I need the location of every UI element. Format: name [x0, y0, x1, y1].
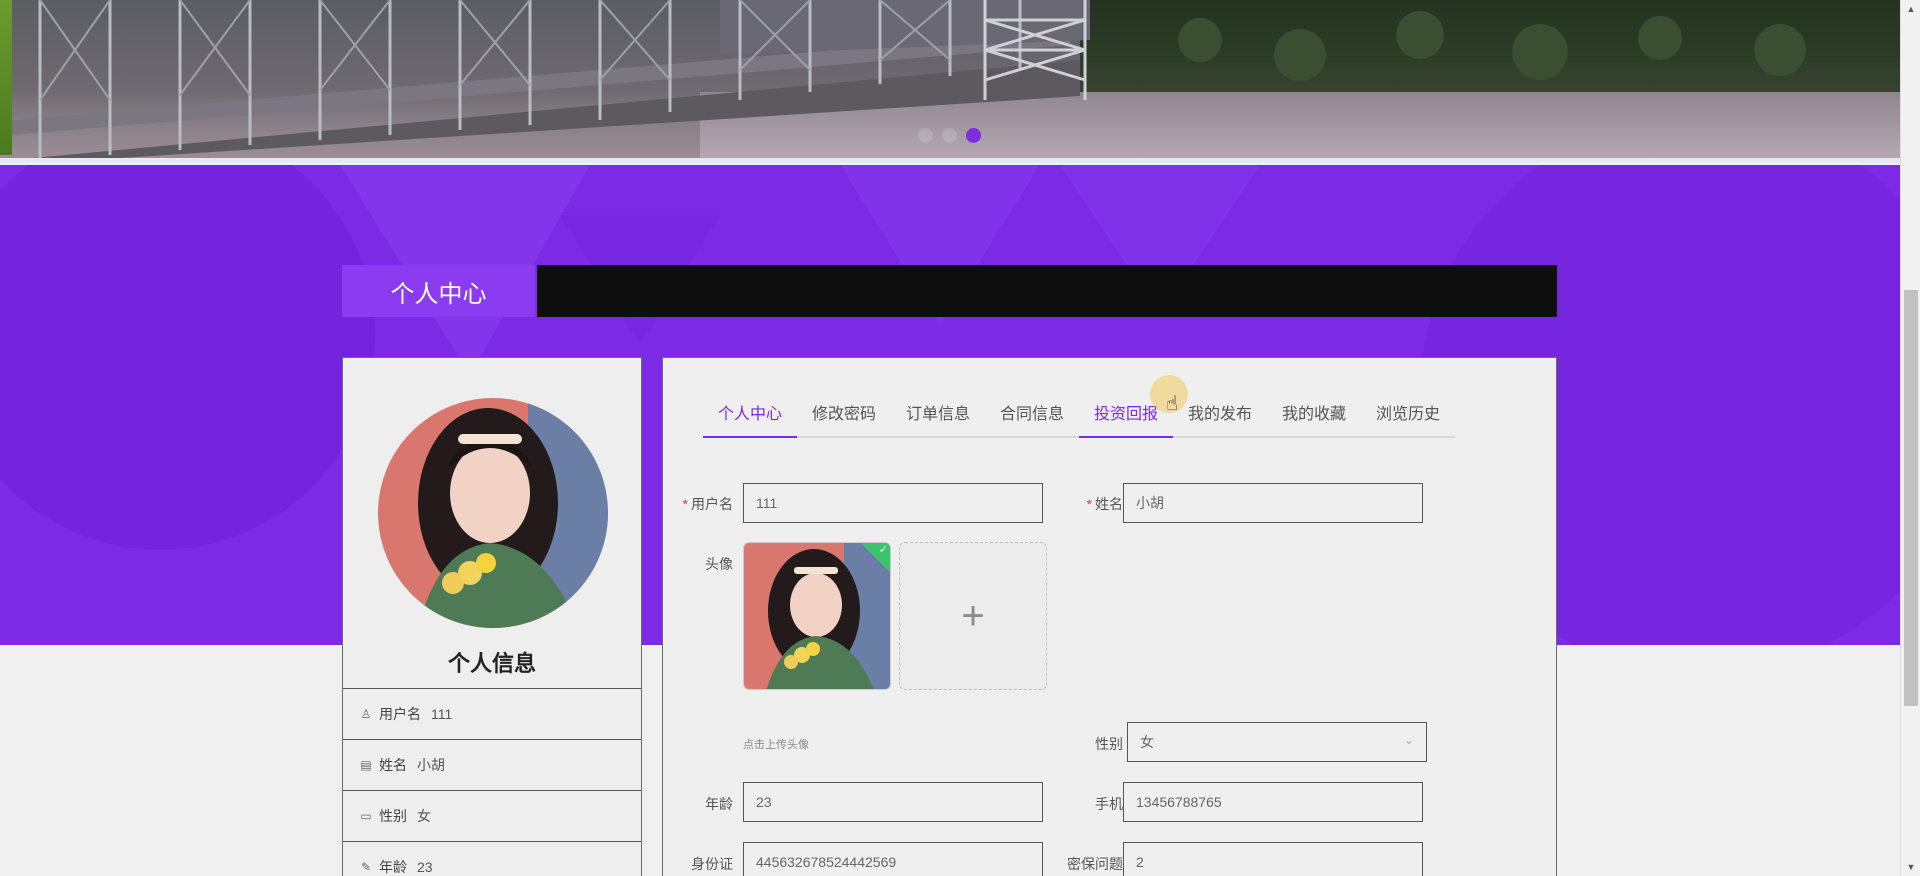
- required-mark: *: [1086, 496, 1092, 512]
- edit-icon: ✎: [360, 860, 372, 874]
- phone-label: 手机: [1095, 796, 1123, 812]
- info-value: 23: [417, 859, 433, 875]
- info-row-gender: ▭ 性别 女: [343, 790, 641, 841]
- info-row-username: ♙ 用户名 111: [343, 688, 641, 739]
- page-scrollbar[interactable]: ▲ ▼: [1900, 0, 1920, 876]
- username-field[interactable]: 111: [743, 483, 1043, 523]
- section-title-bar: [537, 265, 1557, 317]
- profile-form: * 用户名 111 * 姓名 小胡 头像 ✓ + 点击上传头像 性别 女 ⌄ 年…: [663, 358, 1556, 876]
- info-row-name: ▤ 姓名 小胡: [343, 739, 641, 790]
- profile-heading: 个人信息: [447, 651, 536, 676]
- age-field[interactable]: 23: [743, 782, 1043, 822]
- info-label: 性别: [379, 808, 407, 824]
- banner-divider: [0, 158, 1900, 163]
- info-value: 111: [431, 706, 453, 722]
- gender-value: 女: [1140, 734, 1154, 750]
- profile-form-card: 个人中心 修改密码 订单信息 合同信息 投资回报 我的发布 我的收藏 浏览历史 …: [662, 357, 1557, 876]
- required-mark: *: [682, 496, 688, 512]
- name-label: * 姓名: [1086, 496, 1123, 512]
- section-title: 个人中心: [342, 265, 535, 317]
- name-field[interactable]: 小胡: [1123, 483, 1423, 523]
- username-label: * 用户名: [682, 496, 733, 512]
- avatar: [378, 398, 608, 628]
- info-value: 女: [417, 808, 431, 824]
- check-icon: ✓: [878, 544, 888, 556]
- carousel-dot-2[interactable]: [942, 128, 957, 143]
- info-row-age: ✎ 年龄 23: [343, 841, 641, 876]
- profile-card: 个人信息 ♙ 用户名 111 ▤ 姓名 小胡 ▭ 性别 女 ✎ 年龄 23: [342, 357, 642, 876]
- avatar-upload-hint: 点击上传头像: [743, 739, 809, 751]
- id-card-icon: ▤: [360, 758, 372, 772]
- carousel-dot-3[interactable]: [966, 128, 981, 143]
- message-icon: ▭: [360, 809, 372, 823]
- avatar-label: 头像: [705, 556, 733, 572]
- gender-label: 性别: [1095, 736, 1123, 752]
- scroll-up-arrow-icon[interactable]: ▲: [1901, 0, 1920, 18]
- security-question-label: 密保问题: [1067, 856, 1123, 872]
- carousel-indicators: [918, 128, 981, 143]
- carousel-dot-1[interactable]: [918, 128, 933, 143]
- section-header: 个人中心: [342, 265, 1557, 317]
- info-label: 用户名: [379, 706, 421, 722]
- avatar-upload-button[interactable]: +: [899, 542, 1047, 690]
- phone-field[interactable]: 13456788765: [1123, 782, 1423, 822]
- scroll-down-arrow-icon[interactable]: ▼: [1901, 858, 1920, 876]
- banner-carousel[interactable]: [0, 0, 1900, 163]
- plus-icon: +: [961, 593, 985, 638]
- scrollbar-thumb[interactable]: [1904, 290, 1918, 706]
- info-label: 姓名: [379, 757, 407, 773]
- age-label: 年龄: [705, 796, 733, 812]
- hand-cursor-icon: ☝: [1166, 393, 1179, 415]
- user-icon: ♙: [360, 707, 372, 721]
- gender-select[interactable]: 女 ⌄: [1127, 722, 1427, 762]
- idcard-field[interactable]: 445632678524442569: [743, 842, 1043, 876]
- info-value: 小胡: [417, 757, 445, 773]
- security-question-field[interactable]: 2: [1123, 842, 1423, 876]
- chevron-down-icon: ⌄: [1403, 733, 1414, 747]
- idcard-label: 身份证: [691, 856, 733, 872]
- profile-info-list: ♙ 用户名 111 ▤ 姓名 小胡 ▭ 性别 女 ✎ 年龄 23: [343, 688, 641, 876]
- uploaded-avatar[interactable]: ✓: [743, 542, 891, 690]
- info-label: 年龄: [379, 859, 407, 875]
